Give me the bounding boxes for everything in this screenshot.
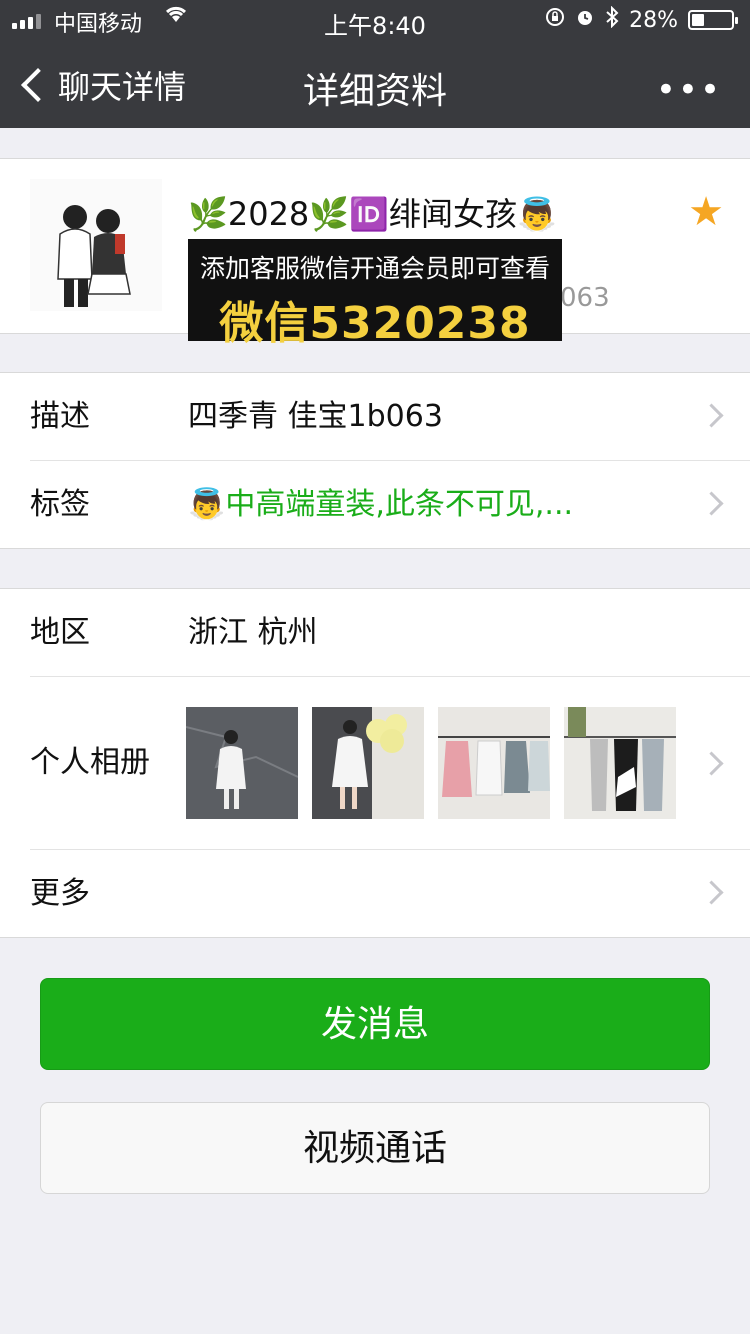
chevron-right-icon: [699, 880, 724, 905]
chevron-right-icon: [699, 491, 724, 516]
profile-id-fragment: 063: [560, 283, 610, 313]
region-row: 地区 浙江 杭州: [0, 589, 750, 676]
video-call-button[interactable]: 视频通话: [40, 1102, 710, 1194]
album-photo: [186, 707, 298, 819]
region-value: 浙江 杭州: [188, 615, 318, 650]
more-options-button[interactable]: •••: [656, 70, 722, 110]
album-photo: [438, 707, 550, 819]
info-group-1: 描述 四季青 佳宝1b063 标签 👼中高端童装,此条不可见,...: [0, 372, 750, 549]
battery-percent: 28%: [629, 7, 678, 33]
back-label: 聊天详情: [58, 68, 187, 106]
top-bar: 中国移动 上午8:40 28% 聊天详情 详细资料 •••: [0, 0, 750, 128]
description-row[interactable]: 描述 四季青 佳宝1b063: [0, 373, 750, 460]
album-label: 个人相册: [30, 745, 150, 780]
album-photo: [312, 707, 424, 819]
region-label: 地区: [30, 615, 90, 650]
description-label: 描述: [30, 399, 90, 434]
avatar[interactable]: [30, 179, 162, 311]
alarm-icon: [575, 7, 595, 33]
profile-name: 🌿2028🌿🆔绯闻女孩👼: [188, 195, 557, 233]
more-label: 更多: [30, 876, 90, 911]
chevron-right-icon: [699, 751, 724, 776]
more-row[interactable]: 更多: [30, 849, 750, 937]
bluetooth-icon: [605, 5, 619, 34]
send-message-button[interactable]: 发消息: [40, 978, 710, 1070]
tags-label: 标签: [30, 487, 90, 522]
battery-icon: [688, 10, 738, 30]
status-bar: 中国移动 上午8:40 28%: [0, 0, 750, 40]
chevron-right-icon: [699, 403, 724, 428]
album-thumbnails: [186, 707, 676, 819]
promo-line-2: 微信5320238: [219, 298, 531, 349]
back-button[interactable]: 聊天详情: [16, 62, 186, 108]
chevron-left-icon: [21, 68, 55, 102]
promo-line-1: 添加客服微信开通会员即可查看: [199, 254, 550, 283]
album-photo: [564, 707, 676, 819]
album-row[interactable]: 个人相册: [30, 676, 750, 849]
tags-row[interactable]: 标签 👼中高端童装,此条不可见,...: [30, 460, 750, 548]
profile-card: 🌿2028🌿🆔绯闻女孩👼 063 ★ 添加客服微信开通会员即可查看 微信5320…: [0, 158, 750, 349]
tags-value: 👼中高端童装,此条不可见,...: [188, 487, 574, 522]
description-value: 四季青 佳宝1b063: [188, 399, 443, 434]
rotation-lock-icon: [545, 7, 565, 33]
promo-overlay: 添加客服微信开通会员即可查看 微信5320238: [188, 239, 562, 349]
info-group-2: 地区 浙江 杭州 个人相册 更多: [0, 588, 750, 938]
star-icon[interactable]: ★: [688, 189, 724, 235]
